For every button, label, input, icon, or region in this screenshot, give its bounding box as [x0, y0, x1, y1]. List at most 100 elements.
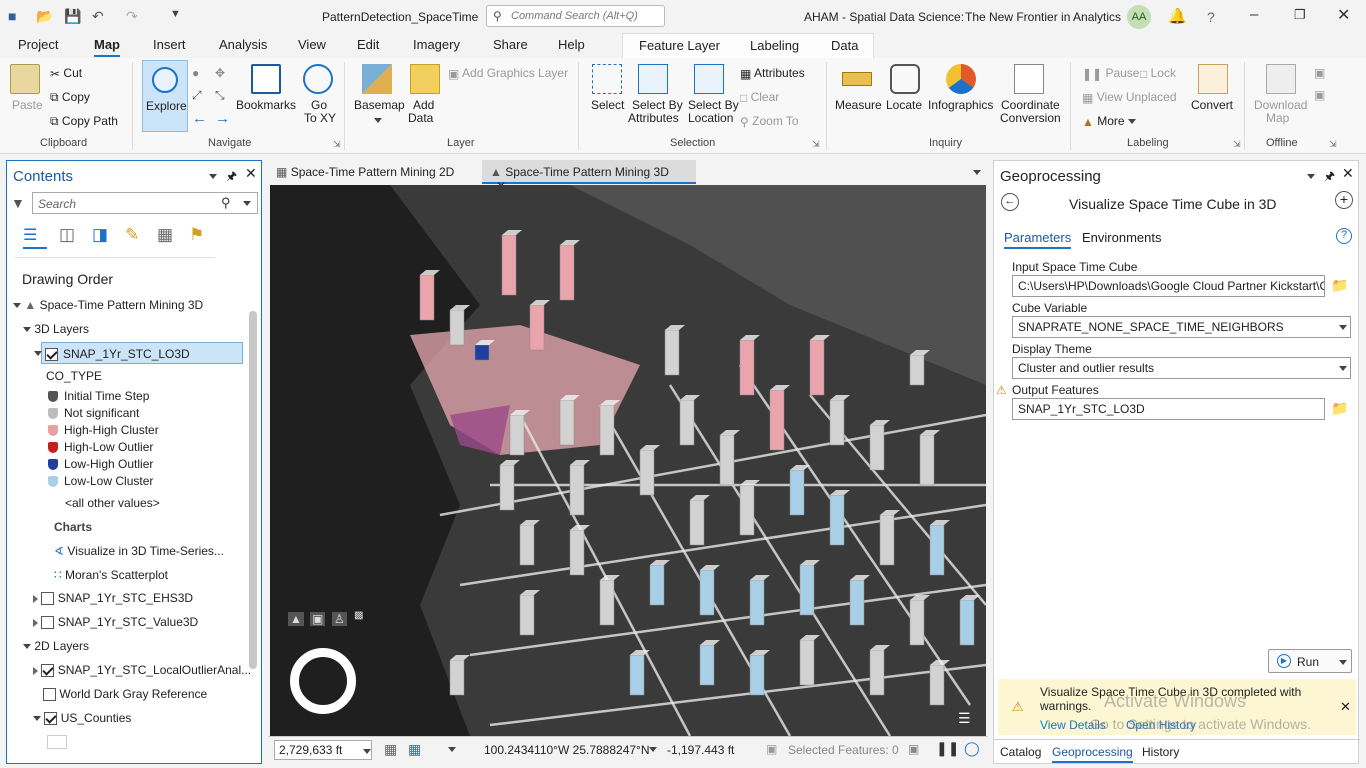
add-graphics-layer-button[interactable]: ▣ Add Graphics Layer — [448, 66, 568, 81]
zoom-in-icon[interactable]: ⤢ — [192, 88, 202, 103]
pane-menu-icon[interactable] — [1307, 174, 1315, 179]
zoom-to-selection-button[interactable]: ⚲ Zoom To — [740, 114, 799, 129]
legend-item[interactable]: Not significant — [48, 406, 139, 420]
add-icon[interactable]: + — [1335, 191, 1353, 209]
restore-button[interactable]: ❐ — [1294, 7, 1306, 23]
full-extent-icon[interactable]: ● — [192, 66, 199, 80]
copy-path-button[interactable]: ⧉ Copy Path — [50, 114, 118, 129]
tab-labeling[interactable]: Labeling — [750, 38, 799, 53]
paste-button[interactable]: Paste — [12, 98, 43, 112]
dialog-launcher-icon[interactable]: ⇲ — [1329, 139, 1337, 150]
tab-view[interactable]: View — [298, 37, 326, 52]
chart-item-scatterplot[interactable]: ∷ Moran's Scatterplot — [54, 568, 168, 582]
chevron-down-icon[interactable] — [649, 747, 657, 752]
help-icon[interactable]: ? — [1336, 228, 1352, 244]
tab-catalog[interactable]: Catalog — [1000, 745, 1041, 759]
list-by-labeling-icon[interactable]: ⚑ — [189, 225, 204, 245]
dialog-launcher-icon[interactable]: ⇲ — [333, 139, 341, 150]
minimize-button[interactable]: – — [1250, 6, 1258, 23]
goto-button[interactable]: Go — [311, 98, 327, 112]
select-by-location-button[interactable]: Select By — [688, 98, 739, 112]
map-node[interactable]: ▲ Space-Time Pattern Mining 3D — [13, 298, 203, 312]
navigator-compass-icon[interactable] — [290, 648, 356, 714]
close-window-button[interactable]: ✕ — [1337, 5, 1350, 25]
display-theme-dropdown[interactable]: Cluster and outlier results — [1012, 357, 1351, 379]
tab-feature-layer[interactable]: Feature Layer — [639, 38, 720, 53]
layer-visibility-checkbox[interactable] — [41, 616, 55, 630]
cut-button[interactable]: ✂ Cut — [50, 66, 82, 81]
legend-item[interactable]: High-High Cluster — [48, 423, 159, 437]
notification-icon[interactable]: 🔔 — [1168, 7, 1187, 25]
explore-button[interactable]: Explore — [142, 60, 188, 132]
legend-item[interactable]: Low-High Outlier — [48, 457, 153, 471]
basemap-button[interactable]: Basemap — [354, 98, 405, 112]
help-icon[interactable]: ? — [1207, 9, 1215, 25]
layer-basemap-reference[interactable]: World Dark Gray Reference — [43, 687, 207, 702]
tab-imagery[interactable]: Imagery — [413, 37, 460, 52]
layer-value3d[interactable]: SNAP_1Yr_STC_Value3D — [33, 615, 198, 630]
map-tab-3d[interactable]: ▲ Space-Time Pattern Mining 3D ✕ — [482, 160, 696, 193]
copy-button[interactable]: ⧉ Copy — [50, 90, 90, 105]
attributes-button[interactable]: ▦ Attributes — [740, 66, 805, 81]
customize-toolbar-icon[interactable]: ▼ — [170, 8, 181, 20]
tab-analysis[interactable]: Analysis — [219, 37, 267, 52]
back-icon[interactable]: ← — [1001, 193, 1019, 211]
open-project-icon[interactable]: 📂 — [36, 8, 53, 25]
group-3d-layers[interactable]: 3D Layers — [23, 322, 89, 336]
sync-icon[interactable]: ▣ — [1314, 66, 1325, 80]
grid-icon[interactable]: ▦ — [384, 741, 397, 758]
tab-insert[interactable]: Insert — [153, 37, 186, 52]
tab-share[interactable]: Share — [493, 37, 528, 52]
pause-drawing-icon[interactable]: ❚❚ — [936, 740, 959, 757]
tab-parameters[interactable]: Parameters — [1004, 230, 1072, 249]
user-avatar[interactable]: AA — [1127, 5, 1151, 29]
close-message-icon[interactable]: ✕ — [1340, 699, 1351, 715]
close-pane-icon[interactable]: ✕ — [1342, 165, 1354, 182]
select-by-attributes-button[interactable]: Select By — [632, 98, 683, 112]
dialog-launcher-icon[interactable]: ⇲ — [1233, 139, 1241, 150]
layer-visibility-checkbox[interactable] — [44, 712, 58, 726]
input-cube-field[interactable]: C:\Users\HP\Downloads\Google Cloud Partn… — [1012, 275, 1325, 297]
pin-icon[interactable]: 🖈 — [226, 167, 237, 188]
contents-search-input[interactable]: Search ⚲ — [32, 192, 258, 214]
tab-data[interactable]: Data — [831, 38, 858, 53]
dialog-launcher-icon[interactable]: ⇲ — [812, 139, 820, 150]
tab-history[interactable]: History — [1142, 745, 1179, 759]
layer-ehs3d[interactable]: SNAP_1Yr_STC_EHS3D — [33, 591, 193, 606]
tab-list-icon[interactable] — [973, 170, 981, 175]
lock-labeling-button[interactable]: □ Lock — [1140, 66, 1176, 81]
list-by-drawing-order-icon[interactable]: ☰ — [23, 225, 47, 249]
convert-button[interactable]: Convert — [1191, 98, 1233, 112]
clear-selection-button[interactable]: □ Clear — [740, 90, 779, 105]
more-button[interactable]: ▲ More — [1082, 114, 1136, 129]
scene-canvas[interactable] — [270, 185, 986, 736]
list-by-selection-icon[interactable]: ◨ — [92, 225, 108, 245]
download-map-button[interactable]: Download — [1254, 98, 1307, 112]
tab-help[interactable]: Help — [558, 37, 585, 52]
scale-selector[interactable]: 2,729,633 ft — [274, 740, 372, 760]
tab-geoprocessing[interactable]: Geoprocessing — [1052, 745, 1133, 763]
list-by-source-icon[interactable]: ◫ — [59, 225, 75, 245]
forward-icon[interactable]: → — [215, 110, 230, 127]
undo-icon[interactable]: ↶ — [92, 8, 104, 25]
refresh-icon[interactable]: ▣ — [908, 742, 919, 756]
back-icon[interactable]: ← — [192, 110, 207, 127]
navigator-up-icon[interactable]: ▲ — [288, 612, 304, 626]
layer-visibility-checkbox[interactable] — [41, 664, 55, 678]
pause-labeling-button[interactable]: ❚❚ Pause — [1082, 66, 1139, 81]
infographics-button[interactable]: Infographics — [928, 98, 993, 112]
legend-item[interactable]: Low-Low Cluster — [48, 474, 153, 488]
layer-visibility-checkbox[interactable] — [45, 348, 58, 362]
tab-environments[interactable]: Environments — [1082, 230, 1161, 245]
fixed-zoom-icon[interactable]: ✥ — [215, 66, 225, 80]
measure-button[interactable]: Measure — [835, 98, 882, 112]
select-button[interactable]: Select — [591, 98, 624, 112]
browse-folder-icon[interactable]: 📁 — [1331, 400, 1348, 417]
remove-offline-icon[interactable]: ▣ — [1314, 88, 1325, 102]
locate-button[interactable]: Locate — [886, 98, 922, 112]
expand-navigator-icon[interactable]: ▩ — [354, 610, 363, 621]
redo-icon[interactable]: ↷ — [126, 8, 138, 25]
tab-project[interactable]: Project — [18, 37, 58, 52]
person-icon[interactable]: ♙ — [332, 612, 347, 626]
scrollbar[interactable] — [249, 311, 257, 669]
